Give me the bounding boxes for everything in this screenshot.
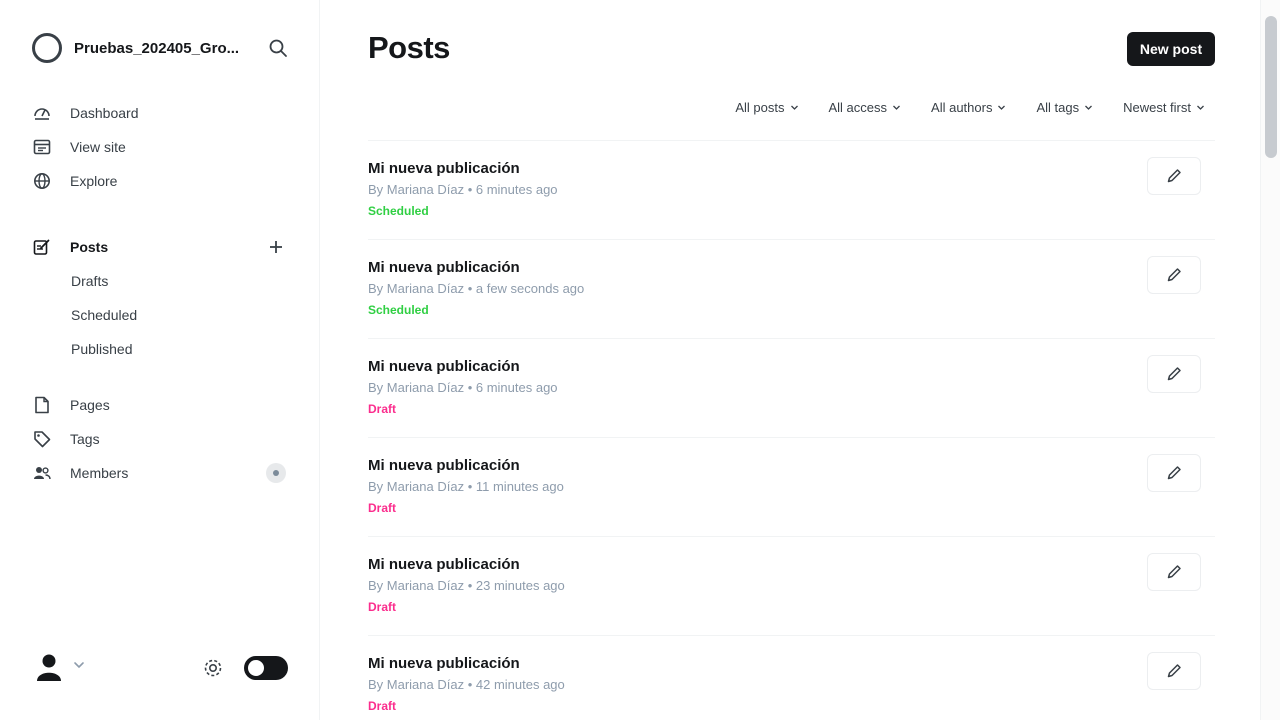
chevron-down-icon (790, 105, 798, 110)
posts-icon (32, 237, 52, 257)
nav-members[interactable]: Members (32, 456, 288, 490)
post-status: Draft (368, 501, 397, 515)
post-meta: By Mariana Díaz • 11 minutes ago (368, 479, 564, 494)
scrollbar-thumb[interactable] (1265, 16, 1277, 158)
chevron-down-icon (998, 105, 1006, 110)
post-row[interactable]: Mi nueva publicación By Mariana Díaz • 6… (368, 140, 1215, 239)
pencil-icon (1167, 664, 1181, 678)
post-title[interactable]: Mi nueva publicación (368, 457, 520, 474)
post-title[interactable]: Mi nueva publicación (368, 358, 520, 375)
page-title: Posts (368, 30, 450, 65)
post-status: Draft (368, 600, 397, 614)
filter-order-label: Newest first (1123, 100, 1191, 115)
chevron-down-icon (1085, 105, 1093, 110)
nav-pages[interactable]: Pages (32, 388, 288, 422)
post-title[interactable]: Mi nueva publicación (368, 259, 520, 276)
post-status: Scheduled (368, 303, 429, 317)
scrollbar[interactable] (1260, 0, 1280, 720)
pencil-icon (1167, 466, 1181, 480)
content-nav: Pages Tags Members (32, 388, 288, 490)
filter-bar: All posts All access All authors All tag… (705, 100, 1205, 115)
post-status: Draft (368, 699, 397, 713)
pencil-icon (1167, 169, 1181, 183)
edit-post-button[interactable] (1147, 256, 1201, 294)
nav-explore-label: Explore (70, 173, 118, 189)
members-icon (32, 463, 52, 483)
post-meta: By Mariana Díaz • 42 minutes ago (368, 677, 565, 692)
post-title[interactable]: Mi nueva publicación (368, 556, 520, 573)
filter-access-label: All access (828, 100, 888, 115)
post-row[interactable]: Mi nueva publicación By Mariana Díaz • 4… (368, 635, 1215, 720)
post-status: Draft (368, 402, 397, 416)
search-icon[interactable] (268, 38, 288, 58)
plus-icon[interactable] (266, 237, 286, 257)
pencil-icon (1167, 268, 1181, 282)
nav-tags-label: Tags (70, 431, 100, 447)
post-meta: By Mariana Díaz • 23 minutes ago (368, 578, 565, 593)
site-header[interactable]: Pruebas_202405_Gro... (32, 32, 288, 64)
top-nav: Dashboard View site Explore (32, 96, 288, 198)
gear-icon[interactable] (202, 657, 224, 679)
dashboard-icon (32, 103, 52, 123)
site-logo (32, 33, 62, 63)
main-content: Posts New post All posts All access All … (320, 0, 1260, 720)
filter-access[interactable]: All access (829, 100, 902, 115)
post-row[interactable]: Mi nueva publicación By Mariana Díaz • 6… (368, 338, 1215, 437)
posts-nav: Posts Drafts Scheduled Published (32, 230, 288, 366)
nav-drafts[interactable]: Drafts (32, 264, 288, 298)
post-row[interactable]: Mi nueva publicación By Mariana Díaz • 2… (368, 536, 1215, 635)
nav-tags[interactable]: Tags (32, 422, 288, 456)
pencil-icon (1167, 367, 1181, 381)
user-avatar-icon[interactable] (36, 652, 62, 682)
chevron-down-icon[interactable] (72, 658, 86, 672)
nav-dashboard-label: Dashboard (70, 105, 139, 121)
chevron-down-icon (1197, 105, 1204, 110)
post-title[interactable]: Mi nueva publicación (368, 655, 520, 672)
globe-icon (32, 171, 52, 191)
browser-icon (32, 137, 52, 157)
post-status: Scheduled (368, 204, 429, 218)
nav-dashboard[interactable]: Dashboard (32, 96, 288, 130)
post-list: Mi nueva publicación By Mariana Díaz • 6… (368, 140, 1215, 720)
site-title: Pruebas_202405_Gro... (74, 39, 240, 57)
nav-posts[interactable]: Posts (32, 230, 288, 264)
nav-posts-label: Posts (70, 239, 109, 255)
post-title[interactable]: Mi nueva publicación (368, 160, 520, 177)
post-row[interactable]: Mi nueva publicación By Mariana Díaz • 1… (368, 437, 1215, 536)
dark-mode-toggle[interactable] (244, 656, 288, 680)
post-meta: By Mariana Díaz • 6 minutes ago (368, 380, 558, 395)
members-badge (266, 463, 286, 483)
sidebar: Pruebas_202405_Gro... Dashboard View sit… (0, 0, 320, 720)
nav-members-label: Members (70, 465, 129, 481)
nav-explore[interactable]: Explore (32, 164, 288, 198)
filter-tag-label: All tags (1036, 100, 1080, 115)
edit-post-button[interactable] (1147, 454, 1201, 492)
nav-pages-label: Pages (70, 397, 110, 413)
post-meta: By Mariana Díaz • 6 minutes ago (368, 182, 558, 197)
page-icon (32, 395, 52, 415)
nav-published[interactable]: Published (32, 332, 288, 366)
edit-post-button[interactable] (1147, 652, 1201, 690)
sidebar-footer (32, 648, 288, 688)
tag-icon (32, 429, 52, 449)
new-post-button[interactable]: New post (1127, 32, 1215, 66)
filter-author-label: All authors (931, 100, 993, 115)
nav-view-site-label: View site (70, 139, 126, 155)
chevron-down-icon (893, 105, 900, 110)
filter-order[interactable]: Newest first (1123, 100, 1205, 115)
filter-type-label: All posts (735, 100, 785, 115)
post-row[interactable]: Mi nueva publicación By Mariana Díaz • a… (368, 239, 1215, 338)
nav-view-site[interactable]: View site (32, 130, 288, 164)
filter-tag[interactable]: All tags (1036, 100, 1093, 115)
pencil-icon (1167, 565, 1181, 579)
edit-post-button[interactable] (1147, 355, 1201, 393)
nav-scheduled[interactable]: Scheduled (32, 298, 288, 332)
edit-post-button[interactable] (1147, 553, 1201, 591)
edit-post-button[interactable] (1147, 157, 1201, 195)
filter-type[interactable]: All posts (735, 100, 798, 115)
filter-author[interactable]: All authors (931, 100, 1006, 115)
post-meta: By Mariana Díaz • a few seconds ago (368, 281, 585, 296)
